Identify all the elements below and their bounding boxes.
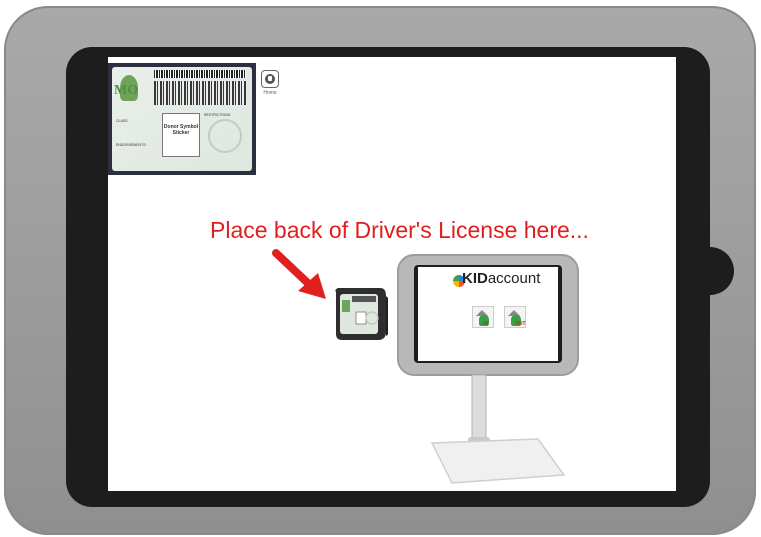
logo-rest-part: account [487,270,541,287]
license-seal [208,119,242,153]
home-button[interactable]: Home [261,70,279,96]
license-class-label: CLASS: [116,119,129,123]
kidaccount-logo: KIDaccount [462,270,540,287]
logo-bold-part: KID [462,270,488,287]
home-icon [261,70,279,88]
license-endorsements-label: ENDORSEMENTS: [116,143,147,147]
license-card-image: MO CLASS: ENDORSEMENTS: Donor Symbol Sti… [112,67,252,171]
check-out-tag: OUT [515,321,526,327]
license-barcode-top [154,70,246,78]
instruction-text: Place back of Driver's License here... [210,217,589,243]
license-barcode [154,81,246,105]
license-state: MO [114,83,139,98]
check-out-tile: OUT [504,306,526,328]
donor-symbol-sticker: Donor Symbol Sticker [162,113,200,157]
tablet-screen: MO CLASS: ENDORSEMENTS: Donor Symbol Sti… [108,57,676,491]
card-reader-illustration [335,288,388,340]
red-arrow-icon [272,249,326,299]
license-thumbnail: MO CLASS: ENDORSEMENTS: Donor Symbol Sti… [108,63,256,175]
license-restrictions-label: RESTRICTIONS: [204,113,232,117]
check-in-tile: IN [472,306,494,328]
check-in-tag: IN [483,321,488,327]
home-label: Home [263,90,277,96]
